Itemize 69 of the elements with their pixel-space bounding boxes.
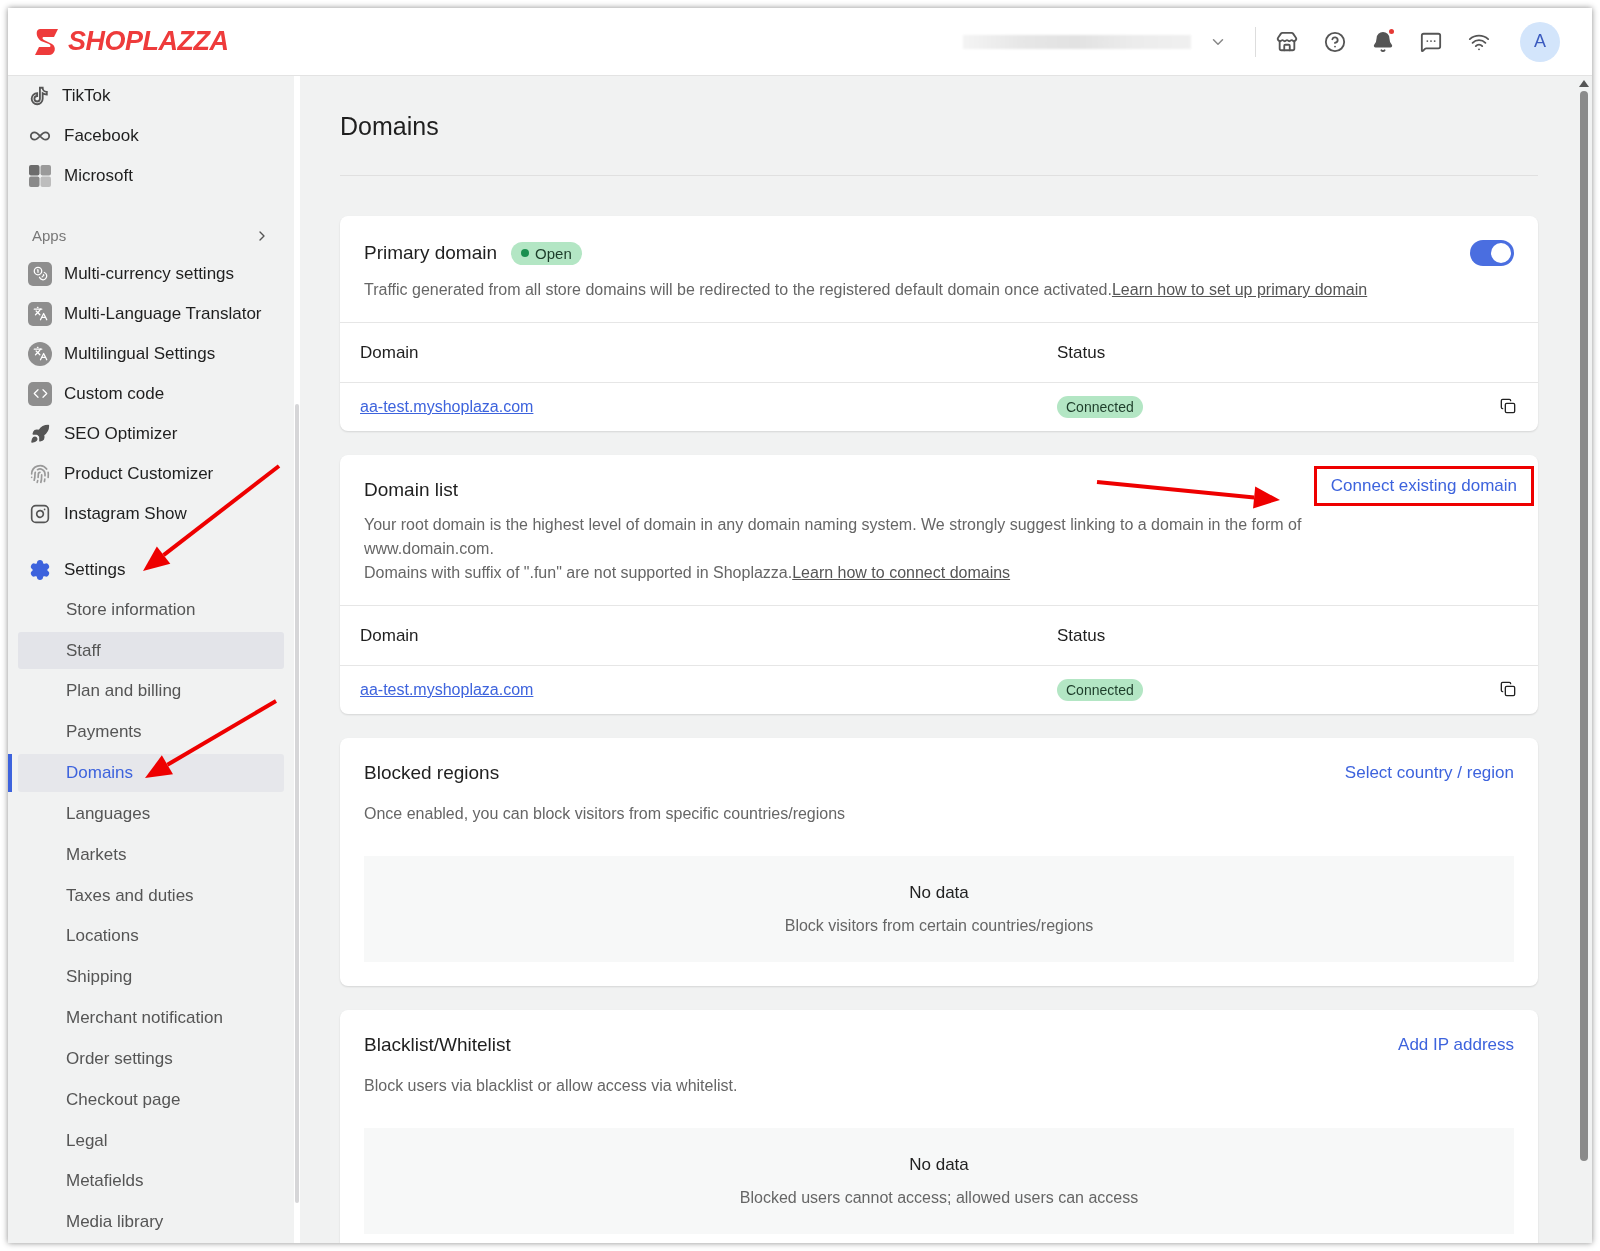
sidebar-subitem[interactable]: Staff	[18, 631, 284, 670]
empty-title: No data	[909, 1155, 969, 1175]
scrollbar-thumb[interactable]	[1580, 91, 1588, 1161]
sidebar-subitem[interactable]: Media library	[18, 1203, 284, 1242]
sidebar-item[interactable]: Settings	[18, 549, 284, 590]
sidebar-subitem[interactable]: Merchant notification	[18, 999, 284, 1037]
page-title: Domains	[340, 76, 1538, 176]
sidebar-subitem[interactable]: Markets	[18, 835, 284, 874]
sidebar-subitem[interactable]: Store information	[18, 590, 284, 629]
column-header: Status	[1057, 342, 1107, 363]
sidebar-subitem[interactable]: Payments	[18, 713, 284, 752]
empty-text: Block visitors from certain countries/regions	[784, 917, 1094, 935]
card-description: Block users via blacklist or allow access via whitelist.	[363, 1076, 739, 1096]
select-region-link[interactable]: Select country / region	[1344, 763, 1514, 783]
help-link[interactable]: Learn how to set up primary domain	[1111, 281, 1368, 298]
empty-text: Blocked users cannot access; allowed users can access	[739, 1189, 1139, 1207]
sidebar-subitem[interactable]: Taxes and duties	[18, 876, 284, 915]
sidebar-item[interactable]: Custom code	[18, 373, 284, 414]
card-description: Traffic generated from all store domains will be redirected to the registered default domain once activated.Learn how to set up primary domain	[363, 280, 1369, 300]
sidebar-subitem[interactable]: Languages	[18, 794, 284, 833]
sidebar-item[interactable]: TikTok	[18, 76, 284, 116]
sidebar-subitem[interactable]: Metafields	[18, 1162, 284, 1201]
sidebar-item[interactable]: Product Customizer	[18, 453, 284, 494]
sidebar-subitem[interactable]: Checkout page	[18, 1080, 284, 1119]
coins-icon	[28, 261, 52, 286]
sidebar-item[interactable]: SEO Optimizer	[18, 413, 284, 454]
sidebar-item[interactable]: Instagram Show	[18, 493, 284, 534]
column-header: Status	[1057, 625, 1107, 646]
card-title: Primary domain	[364, 242, 498, 264]
column-header: Domain	[360, 625, 420, 646]
copy-icon[interactable]	[1500, 681, 1518, 699]
status-badge: Connected	[1057, 396, 1143, 418]
column-header: Domain	[360, 342, 420, 363]
sidebar-item[interactable]: Multi-currency settings	[18, 253, 284, 294]
settings-icon	[28, 557, 52, 582]
status-badge: Open	[511, 241, 582, 265]
card-description: Your root domain is the highest level of domain in any domain naming system. We strongly suggest linking to a domain in the form of www.domain.com.	[363, 515, 1303, 559]
sidebar-subitem[interactable]: Locations	[18, 917, 284, 956]
sidebar-item[interactable]: Facebook	[18, 116, 284, 156]
copy-icon[interactable]	[1500, 398, 1518, 416]
section-heading: Apps	[32, 227, 67, 245]
sidebar-item[interactable]: Multi-Language Translator	[18, 293, 284, 334]
card-description: Once enabled, you can block visitors from specific countries/regions	[363, 804, 847, 824]
four-squares-icon	[28, 164, 52, 188]
user-avatar[interactable]: A	[1520, 21, 1560, 62]
card-note: Domains with suffix of ".fun" are not supported in Shoplazza.Learn how to connect domains	[363, 563, 1012, 583]
sidebar-subitem[interactable]: Order settings	[18, 1039, 284, 1078]
card-title: Domain list	[364, 479, 458, 501]
card-title: Blacklist/Whitelist	[364, 1034, 511, 1056]
domain-link[interactable]: aa-test.myshoplaza.com	[360, 681, 534, 699]
add-ip-link[interactable]: Add IP address	[1398, 1035, 1514, 1055]
toggle-switch[interactable]	[1470, 240, 1514, 266]
sidebar-subitem[interactable]: Plan and billing	[18, 672, 284, 711]
status-badge: Connected	[1057, 679, 1143, 701]
card-title: Blocked regions	[364, 762, 500, 784]
code-icon	[28, 381, 52, 406]
empty-title: No data	[909, 883, 969, 903]
selection-indicator	[8, 754, 12, 792]
sidebar-subitem[interactable]: Shipping	[18, 958, 284, 997]
logo-wordmark: SHOPLAZZA	[68, 26, 229, 57]
music-note-icon	[28, 85, 50, 107]
translate-icon	[28, 341, 52, 366]
domain-link[interactable]: aa-test.myshoplaza.com	[360, 398, 534, 416]
sidebar-subitem[interactable]: Legal	[18, 1121, 284, 1160]
connect-domain-link[interactable]: Connect existing domain	[1330, 476, 1517, 495]
translate-icon	[28, 301, 52, 326]
sidebar-item[interactable]: Multilingual Settings	[18, 333, 284, 374]
sidebar-item[interactable]: Microsoft	[18, 156, 284, 196]
help-link[interactable]: Learn how to connect domains	[792, 564, 1011, 581]
